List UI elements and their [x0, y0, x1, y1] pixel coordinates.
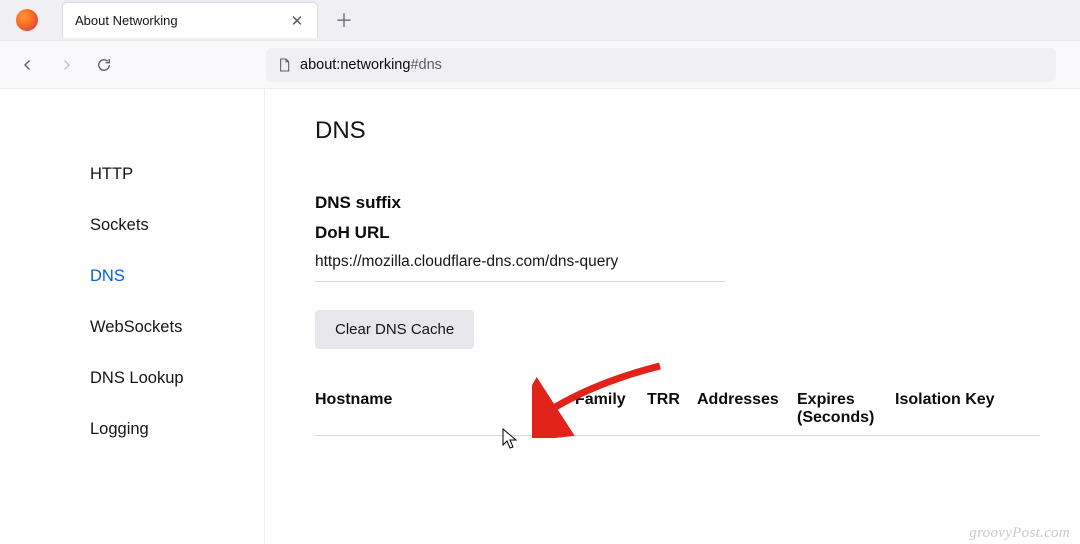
- col-hostname: Hostname: [315, 391, 575, 427]
- col-expires: Expires (Seconds): [797, 391, 895, 427]
- col-family: Family: [575, 391, 647, 427]
- reload-button[interactable]: [88, 49, 120, 81]
- clear-dns-cache-button[interactable]: Clear DNS Cache: [315, 310, 474, 349]
- sidebar-item-websockets[interactable]: WebSockets: [0, 302, 264, 353]
- col-addresses: Addresses: [697, 391, 797, 427]
- page-heading: DNS: [315, 117, 1040, 145]
- close-icon[interactable]: ✕: [289, 13, 305, 29]
- arrow-right-icon: [57, 56, 75, 74]
- sidebar-item-dns-lookup[interactable]: DNS Lookup: [0, 353, 264, 404]
- doh-url-label: DoH URL: [315, 223, 1040, 243]
- arrow-left-icon: [19, 56, 37, 74]
- watermark-text: groovyPost.com: [969, 525, 1070, 542]
- browser-tab[interactable]: About Networking ✕: [62, 2, 318, 38]
- main-panel: DNS DNS suffix DoH URL https://mozilla.c…: [265, 89, 1080, 544]
- dns-table-header: Hostname Family TRR Addresses Expires (S…: [315, 391, 1040, 436]
- forward-button[interactable]: [50, 49, 82, 81]
- col-isolation: Isolation Key: [895, 391, 995, 427]
- tab-strip: About Networking ✕ ＋: [0, 0, 1080, 41]
- sidebar-item-logging[interactable]: Logging: [0, 404, 264, 455]
- page-icon: [276, 57, 292, 73]
- page-content: HTTP Sockets DNS WebSockets DNS Lookup L…: [0, 89, 1080, 544]
- reload-icon: [95, 56, 113, 74]
- col-trr: TRR: [647, 391, 697, 427]
- sidebar-item-sockets[interactable]: Sockets: [0, 200, 264, 251]
- dns-suffix-label: DNS suffix: [315, 193, 1040, 213]
- nav-toolbar: about:networking#dns: [0, 41, 1080, 89]
- doh-url-value: https://mozilla.cloudflare-dns.com/dns-q…: [315, 253, 725, 282]
- sidebar-item-http[interactable]: HTTP: [0, 149, 264, 200]
- tab-title: About Networking: [75, 13, 289, 28]
- new-tab-button[interactable]: ＋: [330, 6, 358, 34]
- url-bar[interactable]: about:networking#dns: [266, 48, 1056, 82]
- back-button[interactable]: [12, 49, 44, 81]
- url-text: about:networking#dns: [300, 57, 442, 73]
- firefox-logo-icon: [16, 9, 38, 31]
- sidebar: HTTP Sockets DNS WebSockets DNS Lookup L…: [0, 89, 265, 544]
- sidebar-item-dns[interactable]: DNS: [0, 251, 264, 302]
